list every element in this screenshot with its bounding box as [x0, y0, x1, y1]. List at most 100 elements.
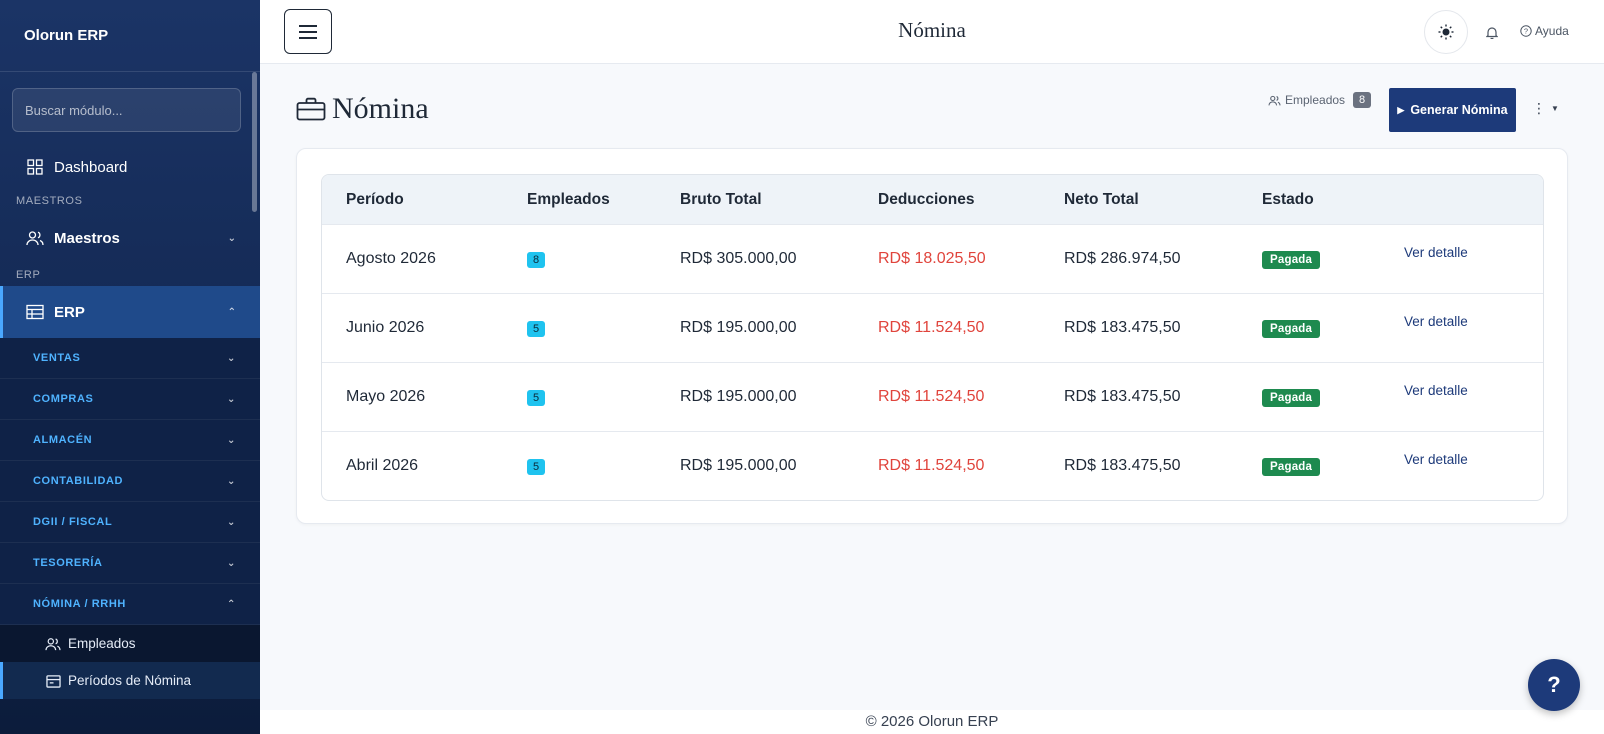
generate-payroll-label: Generar Nómina: [1410, 103, 1508, 117]
chevron-down-icon: ⌄: [227, 475, 236, 487]
gross-cell: RD$ 195.000,00: [680, 319, 797, 336]
sidebar: Olorun ERP Dashboard MAESTROS Maestros ⌄…: [0, 0, 260, 734]
employees-cell: 5: [527, 457, 680, 475]
sidebar-subgroup-almacen[interactable]: ALMACÉN ⌄: [0, 420, 260, 461]
sidebar-subgroup-compras[interactable]: COMPRAS ⌄: [0, 379, 260, 420]
sidebar-item-label: Empleados: [68, 636, 136, 651]
chevron-down-icon: ⌄: [227, 434, 236, 446]
status-cell: Pagada: [1262, 319, 1404, 338]
table-row: Mayo 2026 5 RD$ 195.000,00 RD$ 11.524,50…: [322, 362, 1543, 431]
net-cell: RD$ 183.475,50: [1064, 388, 1181, 405]
grid-icon: [26, 158, 44, 176]
users-icon: [1268, 95, 1281, 105]
sun-icon: [1438, 24, 1454, 40]
employees-count-badge: 5: [527, 459, 546, 475]
table-row: Abril 2026 5 RD$ 195.000,00 RD$ 11.524,5…: [322, 431, 1543, 500]
menu-toggle-button[interactable]: [284, 9, 332, 54]
top-header: Nómina ? Ayuda: [260, 0, 1604, 64]
briefcase-icon: [296, 97, 326, 121]
net-cell: RD$ 286.974,50: [1064, 250, 1181, 267]
gross-cell: RD$ 305.000,00: [680, 250, 797, 267]
sidebar-item-empleados[interactable]: Empleados: [0, 625, 260, 662]
sidebar-item-dashboard[interactable]: Dashboard: [0, 144, 260, 190]
view-detail-link[interactable]: Ver detalle: [1404, 383, 1468, 398]
table-row: Junio 2026 5 RD$ 195.000,00 RD$ 11.524,5…: [322, 293, 1543, 362]
page-title-text: Nómina: [332, 92, 429, 125]
view-detail-link[interactable]: Ver detalle: [1404, 314, 1468, 329]
deductions-cell: RD$ 11.524,50: [878, 457, 985, 474]
column-header-employees[interactable]: Empleados: [527, 191, 680, 209]
theme-toggle-button[interactable]: [1424, 10, 1468, 54]
sidebar-subgroup-nomina-rrhh[interactable]: NÓMINA / RRHH ⌃: [0, 584, 260, 625]
caret-down-icon: ▼: [1551, 104, 1559, 113]
question-circle-icon: ?: [1520, 25, 1532, 37]
section-label-erp: ERP: [16, 269, 41, 281]
actions-cell: Ver detalle: [1404, 314, 1543, 337]
view-detail-link[interactable]: Ver detalle: [1404, 452, 1468, 467]
column-header-period[interactable]: Período: [322, 191, 527, 209]
actions-cell: Ver detalle: [1404, 383, 1543, 406]
chevron-down-icon: ⌄: [227, 557, 236, 569]
sidebar-group-erp[interactable]: ERP ⌃: [0, 286, 260, 338]
sidebar-item-periodos-nomina[interactable]: Períodos de Nómina: [0, 662, 260, 699]
status-badge: Pagada: [1262, 319, 1321, 338]
deductions-cell: RD$ 18.025,50: [878, 250, 986, 267]
sidebar-group-maestros[interactable]: Maestros ⌄: [0, 212, 260, 264]
status-badge: Pagada: [1262, 388, 1321, 407]
column-header-status[interactable]: Estado: [1262, 191, 1404, 209]
net-cell: RD$ 183.475,50: [1064, 319, 1181, 336]
table-row: Agosto 2026 8 RD$ 305.000,00 RD$ 18.025,…: [322, 224, 1543, 293]
sidebar-subgroup-ventas[interactable]: VENTAS ⌄: [0, 338, 260, 379]
employees-count-badge: 5: [527, 321, 546, 337]
employees-cell: 8: [527, 250, 680, 268]
calendar-icon: [45, 673, 61, 689]
play-icon: ▶: [1397, 104, 1405, 115]
column-header-deductions[interactable]: Deducciones: [878, 191, 1064, 209]
column-header-gross[interactable]: Bruto Total: [680, 191, 878, 209]
svg-text:?: ?: [1524, 27, 1528, 36]
column-header-net[interactable]: Neto Total: [1064, 191, 1262, 209]
brand-name[interactable]: Olorun ERP: [0, 0, 260, 72]
view-detail-link[interactable]: Ver detalle: [1404, 245, 1468, 260]
section-label-maestros: MAESTROS: [16, 195, 83, 207]
employees-count-badge: 5: [527, 390, 546, 406]
employees-cell: 5: [527, 319, 680, 337]
sidebar-group-label: ERP: [54, 303, 85, 321]
status-cell: Pagada: [1262, 388, 1404, 407]
gross-cell: RD$ 195.000,00: [680, 457, 797, 474]
period-cell: Mayo 2026: [346, 388, 426, 405]
table-icon: [26, 303, 44, 321]
payroll-periods-table: Período Empleados Bruto Total Deduccione…: [321, 174, 1544, 501]
status-cell: Pagada: [1262, 457, 1404, 476]
chevron-down-icon: ⌄: [227, 516, 236, 528]
chevron-down-icon: ⌄: [227, 232, 236, 244]
help-link[interactable]: ? Ayuda: [1520, 24, 1569, 38]
status-badge: Pagada: [1262, 250, 1321, 269]
sidebar-scrollbar[interactable]: [252, 72, 257, 212]
footer: © 2026 Olorun ERP: [260, 710, 1604, 734]
chevron-down-icon: ⌄: [227, 393, 236, 405]
module-search-input[interactable]: [12, 88, 241, 132]
hamburger-icon: [299, 24, 317, 39]
actions-cell: Ver detalle: [1404, 452, 1543, 475]
more-actions-dropdown[interactable]: ⋮ ▼: [1532, 100, 1559, 117]
sidebar-subgroup-dgii-fiscal[interactable]: DGII / FISCAL ⌄: [0, 502, 260, 543]
status-cell: Pagada: [1262, 250, 1404, 269]
header-title: Nómina: [898, 18, 966, 42]
generate-payroll-button[interactable]: ▶ Generar Nómina: [1389, 88, 1516, 132]
notifications-bell-icon[interactable]: [1484, 24, 1500, 40]
gross-cell: RD$ 195.000,00: [680, 388, 797, 405]
sidebar-subgroup-contabilidad[interactable]: CONTABILIDAD ⌄: [0, 461, 260, 502]
chevron-up-icon: ⌃: [227, 306, 236, 318]
help-fab-button[interactable]: ?: [1528, 659, 1580, 711]
employees-count-badge: 8: [1353, 92, 1372, 108]
sidebar-search-wrap: [0, 72, 260, 140]
period-cell: Abril 2026: [346, 457, 419, 474]
employees-count-badge: 8: [527, 252, 546, 268]
sidebar-item-label: Períodos de Nómina: [68, 673, 192, 688]
payroll-periods-card: Período Empleados Bruto Total Deduccione…: [296, 148, 1568, 524]
employees-count-label: Empleados: [1285, 93, 1346, 107]
kebab-icon: ⋮: [1532, 100, 1546, 116]
users-icon: [26, 229, 44, 247]
sidebar-subgroup-tesoreria[interactable]: TESORERÍA ⌄: [0, 543, 260, 584]
